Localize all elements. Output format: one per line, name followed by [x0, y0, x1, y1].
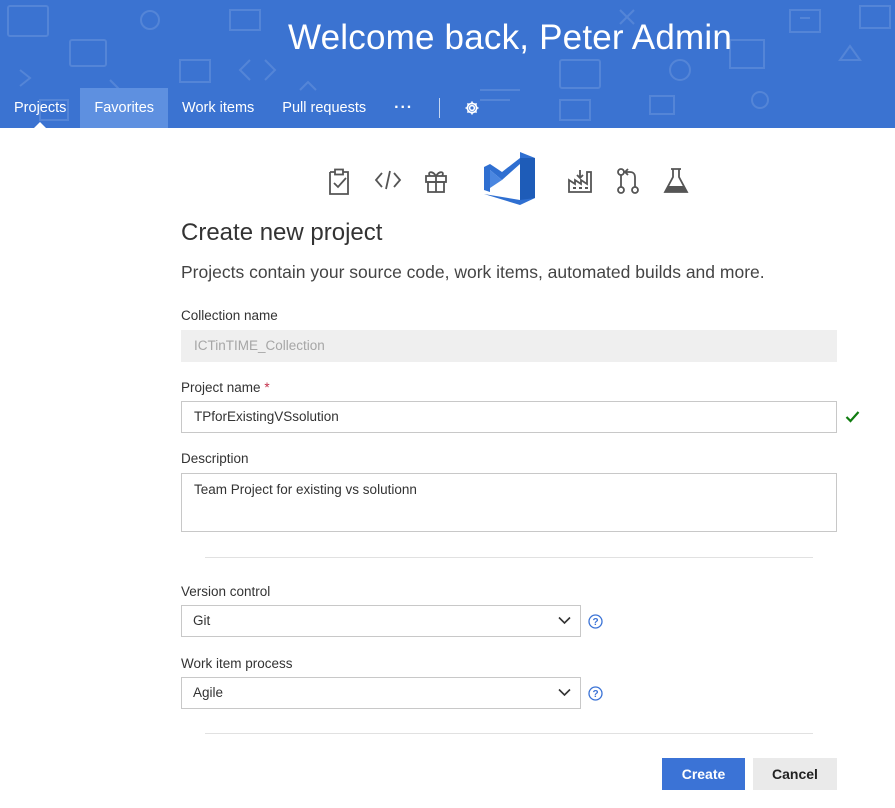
- nav-projects[interactable]: Projects: [0, 88, 80, 128]
- test-flask-icon: [663, 168, 689, 193]
- required-marker: *: [264, 380, 270, 395]
- help-icon[interactable]: ?: [588, 614, 603, 629]
- nav-divider: [439, 98, 441, 118]
- project-name-label-text: Project name: [181, 380, 261, 395]
- project-name-input[interactable]: TPforExistingVSsolution: [181, 401, 837, 433]
- work-items-icon: [329, 168, 349, 195]
- nav-pull-requests[interactable]: Pull requests: [268, 88, 380, 128]
- visual-studio-logo-icon: [484, 152, 535, 205]
- description-label: Description: [181, 451, 249, 466]
- version-control-value: Git: [193, 613, 211, 628]
- cancel-button[interactable]: Cancel: [753, 758, 837, 790]
- version-control-select[interactable]: Git: [181, 605, 581, 637]
- build-icon: [568, 170, 592, 193]
- svg-text:?: ?: [592, 689, 598, 700]
- description-textarea[interactable]: Team Project for existing vs solutionn: [181, 473, 837, 532]
- collection-name-field: ICTinTIME_Collection: [181, 330, 837, 362]
- work-item-process-value: Agile: [193, 685, 224, 700]
- collection-name-label: Collection name: [181, 308, 278, 323]
- page-subtitle: Projects contain your source code, work …: [181, 262, 765, 282]
- code-icon: [374, 170, 402, 190]
- header-banner: Welcome back, Peter Admin Projects Favor…: [0, 0, 895, 128]
- top-nav: Projects Favorites Work items Pull reque…: [0, 88, 895, 128]
- section-divider: [205, 557, 813, 558]
- project-name-label: Project name *: [181, 380, 270, 395]
- create-button[interactable]: Create: [662, 758, 745, 790]
- service-icon-strip: [0, 150, 895, 210]
- welcome-title: Welcome back, Peter Admin: [288, 18, 732, 57]
- pull-request-icon: [617, 168, 639, 194]
- version-control-label: Version control: [181, 584, 271, 599]
- svg-text:?: ?: [592, 617, 598, 628]
- settings-gear-icon[interactable]: [454, 88, 490, 128]
- work-item-process-select[interactable]: Agile: [181, 677, 581, 709]
- work-item-process-label: Work item process: [181, 656, 293, 671]
- nav-favorites[interactable]: Favorites: [80, 88, 169, 128]
- gift-icon: [425, 171, 447, 193]
- section-divider: [205, 733, 813, 734]
- page-title: Create new project: [181, 219, 383, 246]
- nav-work-items[interactable]: Work items: [168, 88, 268, 128]
- valid-check-icon: [845, 411, 860, 423]
- chevron-down-icon: [558, 616, 571, 625]
- chevron-down-icon: [558, 688, 571, 697]
- more-options-icon[interactable]: ···: [380, 88, 427, 128]
- help-icon[interactable]: ?: [588, 686, 603, 701]
